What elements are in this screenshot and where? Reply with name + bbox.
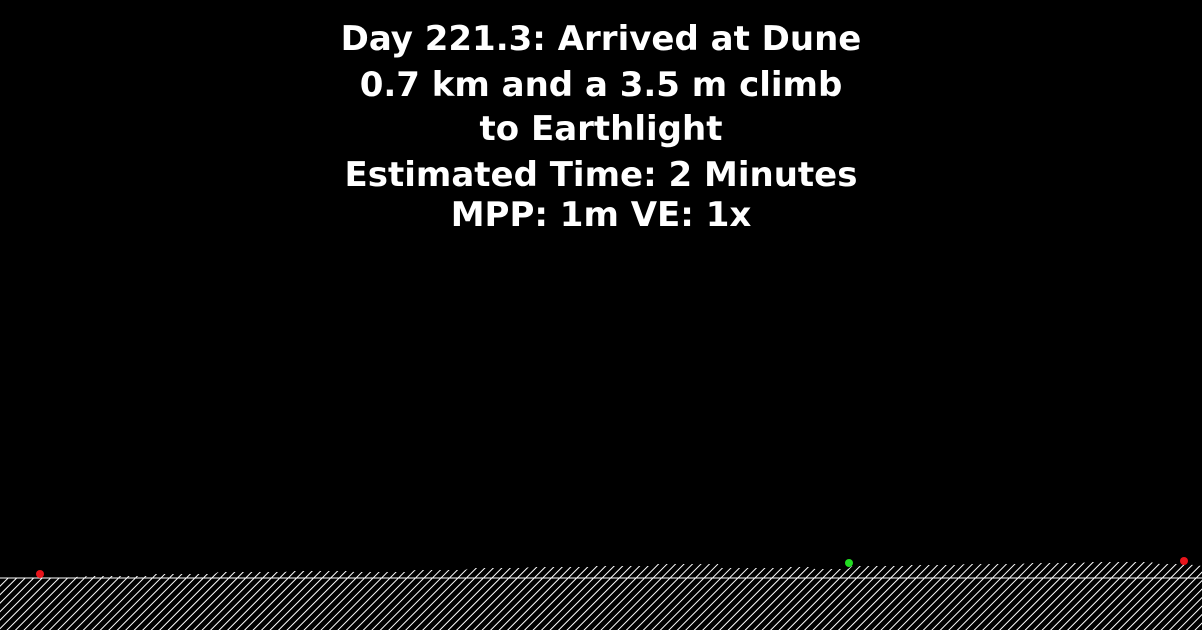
start-marker xyxy=(36,570,44,578)
destination-marker xyxy=(1180,557,1188,565)
terrain-ground xyxy=(0,562,1202,630)
terrain-profile xyxy=(0,557,1202,630)
current-position-marker xyxy=(845,559,853,567)
traverse-view: Day 221.3: Arrived at Dune 0.7 km and a … xyxy=(0,0,1202,630)
